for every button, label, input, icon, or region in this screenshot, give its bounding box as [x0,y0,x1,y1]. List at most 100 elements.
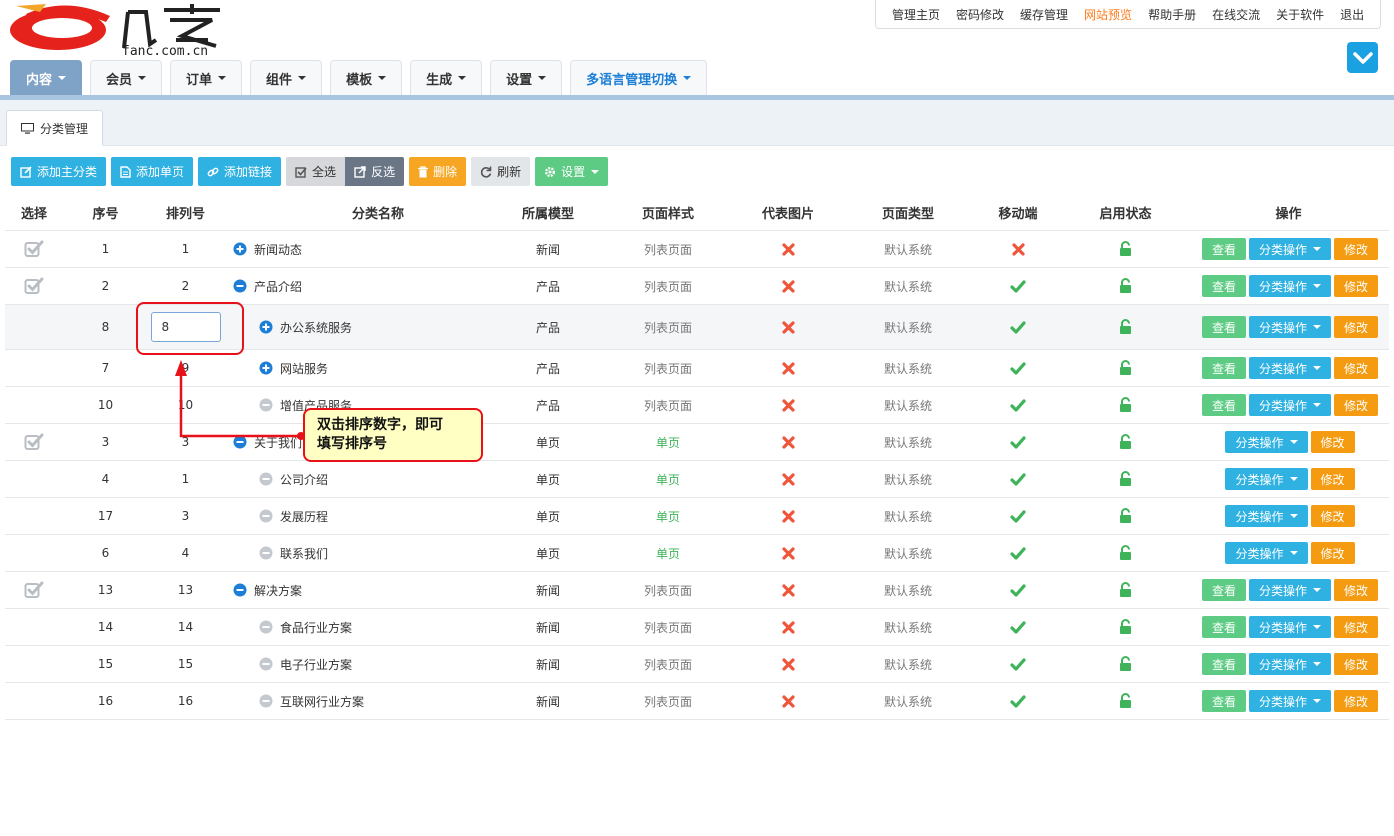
unlock-icon[interactable] [1119,397,1132,413]
site-logo[interactable]: fanc.com.cn [6,0,226,58]
view-button[interactable]: 查看 [1201,275,1246,297]
category-name[interactable]: 电子行业方案 [280,656,352,673]
expand-plus-icon[interactable] [259,320,273,334]
unlock-icon[interactable] [1119,241,1132,257]
edit-button[interactable]: 修改 [1334,238,1379,260]
unlock-icon[interactable] [1119,545,1132,561]
category-actions-button[interactable]: 分类操作 [1248,275,1331,297]
category-actions-button[interactable]: 分类操作 [1225,431,1308,453]
nav-components[interactable]: 组件 [250,60,323,95]
sort-order-value[interactable]: 4 [182,546,190,560]
top-link-preview[interactable]: 网站预览 [1084,6,1132,23]
nav-language-switch[interactable]: 多语言管理切换 [570,60,708,95]
collapse-minus-icon[interactable] [233,583,247,597]
edit-button[interactable]: 修改 [1310,468,1355,490]
category-actions-button[interactable]: 分类操作 [1248,238,1331,260]
category-actions-button[interactable]: 分类操作 [1225,468,1308,490]
expand-plus-icon[interactable] [259,361,273,375]
sort-order-value[interactable]: 1 [182,242,190,256]
sort-order-value[interactable]: 3 [182,509,190,523]
collapse-button[interactable] [1347,42,1378,73]
add-page-button[interactable]: 添加单页 [111,157,194,186]
checkbox-checked-icon[interactable] [24,433,44,451]
unlock-icon[interactable] [1119,656,1132,672]
refresh-button[interactable]: 刷新 [471,157,531,186]
top-link-about[interactable]: 关于软件 [1276,6,1324,23]
category-actions-button[interactable]: 分类操作 [1225,542,1308,564]
category-actions-button[interactable]: 分类操作 [1248,316,1331,338]
top-link-change-password[interactable]: 密码修改 [956,6,1004,23]
category-actions-button[interactable]: 分类操作 [1248,653,1331,675]
nav-settings[interactable]: 设置 [490,60,563,95]
sort-order-value[interactable]: 13 [178,583,193,597]
unlock-icon[interactable] [1119,278,1132,294]
tab-category-management[interactable]: 分类管理 [6,110,104,146]
category-name[interactable]: 网站服务 [280,360,328,377]
category-name[interactable]: 产品介绍 [254,278,302,295]
top-link-help[interactable]: 帮助手册 [1148,6,1196,23]
top-link-admin-home[interactable]: 管理主页 [892,6,940,23]
edit-button[interactable]: 修改 [1310,505,1355,527]
add-link-button[interactable]: 添加链接 [198,157,282,186]
sort-order-value[interactable]: 3 [182,435,190,449]
view-button[interactable]: 查看 [1201,394,1246,416]
category-name[interactable]: 互联网行业方案 [280,693,364,710]
nav-content[interactable]: 内容 [10,60,83,95]
category-actions-button[interactable]: 分类操作 [1248,616,1331,638]
category-name[interactable]: 发展历程 [280,508,328,525]
edit-button[interactable]: 修改 [1334,357,1379,379]
category-name[interactable]: 新闻动态 [254,241,302,258]
category-name[interactable]: 食品行业方案 [280,619,352,636]
checkbox-checked-icon[interactable] [24,277,44,295]
sort-order-value[interactable]: 15 [178,657,193,671]
edit-button[interactable]: 修改 [1334,653,1379,675]
category-actions-button[interactable]: 分类操作 [1248,579,1331,601]
collapse-minus-icon[interactable] [233,435,247,449]
nav-generate[interactable]: 生成 [410,60,483,95]
sort-order-value[interactable]: 14 [178,620,193,634]
category-actions-button[interactable]: 分类操作 [1248,357,1331,379]
view-button[interactable]: 查看 [1201,653,1246,675]
unlock-icon[interactable] [1119,619,1132,635]
unlock-icon[interactable] [1119,434,1132,450]
edit-button[interactable]: 修改 [1334,275,1379,297]
category-name[interactable]: 解决方案 [254,582,302,599]
add-main-category-button[interactable]: 添加主分类 [11,157,107,186]
nav-members[interactable]: 会员 [90,60,163,95]
edit-button[interactable]: 修改 [1310,431,1355,453]
unlock-icon[interactable] [1119,693,1132,709]
category-name[interactable]: 联系我们 [280,545,328,562]
nav-orders[interactable]: 订单 [170,60,243,95]
edit-button[interactable]: 修改 [1310,542,1355,564]
sort-order-value[interactable]: 10 [178,398,193,412]
nav-templates[interactable]: 模板 [330,60,403,95]
edit-button[interactable]: 修改 [1334,579,1379,601]
invert-selection-button[interactable]: 反选 [345,157,405,186]
category-actions-button[interactable]: 分类操作 [1225,505,1308,527]
category-name[interactable]: 关于我们 [254,434,302,451]
edit-button[interactable]: 修改 [1334,316,1379,338]
checkbox-checked-icon[interactable] [24,240,44,258]
settings-dropdown-button[interactable]: 设置 [535,157,609,186]
view-button[interactable]: 查看 [1201,579,1246,601]
view-button[interactable]: 查看 [1201,357,1246,379]
sort-order-value[interactable]: 16 [178,694,193,708]
view-button[interactable]: 查看 [1201,316,1246,338]
top-link-logout[interactable]: 退出 [1340,6,1364,23]
sort-order-value[interactable]: 2 [182,279,190,293]
category-actions-button[interactable]: 分类操作 [1248,394,1331,416]
edit-button[interactable]: 修改 [1334,394,1379,416]
top-link-cache[interactable]: 缓存管理 [1020,6,1068,23]
checkbox-checked-icon[interactable] [24,581,44,599]
sort-order-value[interactable]: 9 [182,361,190,375]
unlock-icon[interactable] [1119,360,1132,376]
view-button[interactable]: 查看 [1201,238,1246,260]
select-all-button[interactable]: 全选 [286,157,346,186]
collapse-minus-icon[interactable] [233,279,247,293]
unlock-icon[interactable] [1119,471,1132,487]
delete-button[interactable]: 删除 [409,157,467,186]
edit-button[interactable]: 修改 [1334,616,1379,638]
category-actions-button[interactable]: 分类操作 [1248,690,1331,712]
unlock-icon[interactable] [1119,582,1132,598]
category-name[interactable]: 公司介绍 [280,471,328,488]
